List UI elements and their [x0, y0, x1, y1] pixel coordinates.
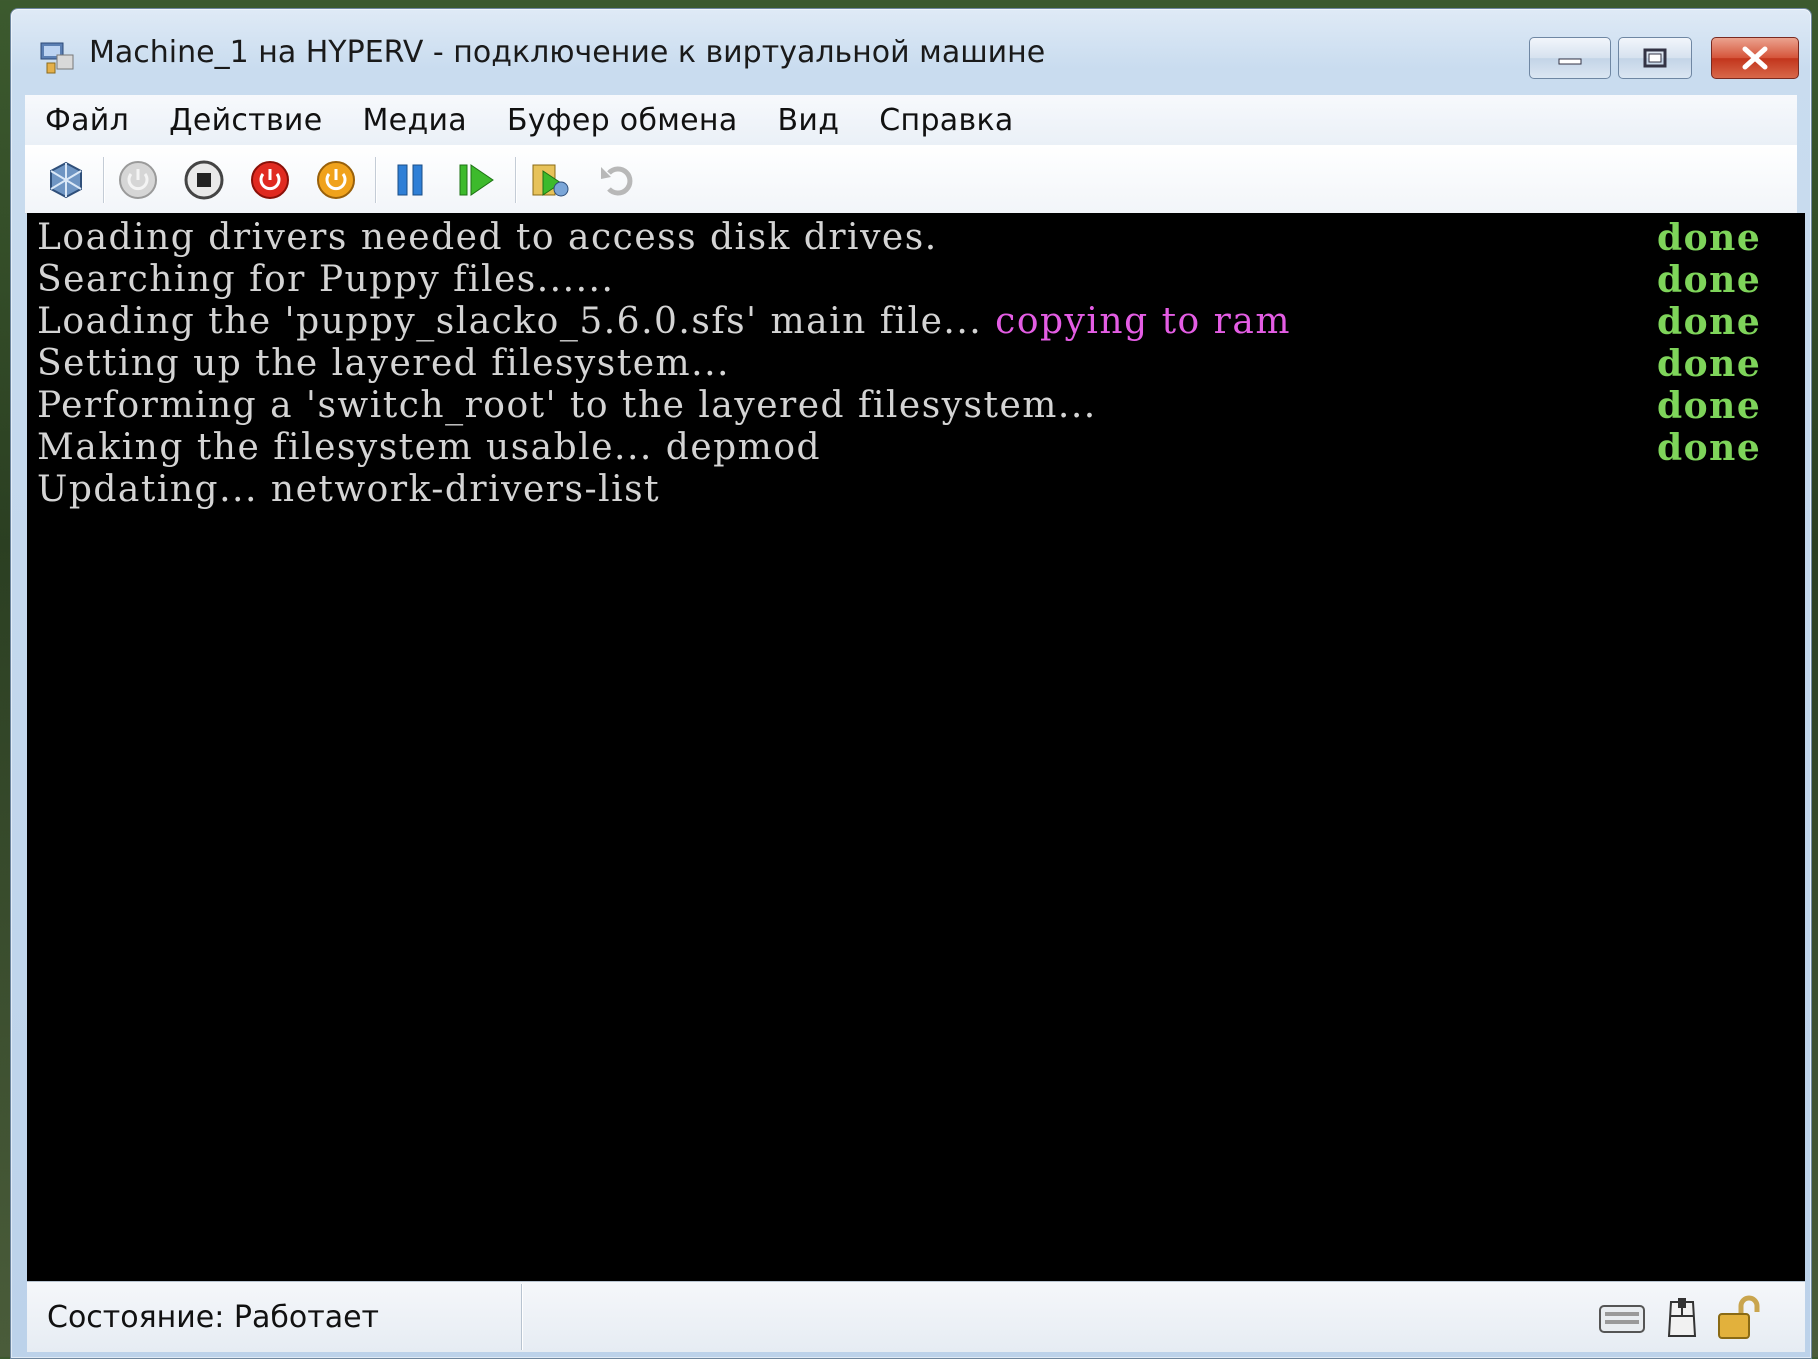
maximize-button[interactable]: [1618, 37, 1692, 79]
pause-icon[interactable]: [389, 159, 431, 201]
console-line-status: done: [1657, 385, 1762, 427]
console-line-highlight: copying to ram: [995, 301, 1291, 342]
lock-icon: [1718, 1295, 1760, 1339]
resume-icon[interactable]: [455, 159, 497, 201]
menu-bar: Файл Действие Медиа Буфер обмена Вид Спр…: [25, 95, 1797, 145]
menu-file[interactable]: Файл: [25, 103, 149, 138]
vm-connection-window: Machine_1 на HYPERV - подключение к вирт…: [10, 8, 1812, 1359]
console-line-text: Performing a 'switch_root' to the layere…: [37, 385, 1097, 426]
console-line-text: Searching for Puppy files......: [37, 259, 615, 300]
toolbar: [25, 145, 1797, 214]
minimize-button[interactable]: [1529, 37, 1611, 79]
console-line-text: Setting up the layered filesystem...: [37, 343, 730, 384]
snapshot-icon[interactable]: [529, 159, 571, 201]
menu-help[interactable]: Справка: [859, 103, 1033, 138]
console-line-status: done: [1657, 427, 1762, 469]
console-line-status: done: [1657, 301, 1762, 343]
window-title: Machine_1 на HYPERV - подключение к вирт…: [89, 35, 1046, 70]
shut-down-icon[interactable]: [249, 159, 291, 201]
menu-media[interactable]: Медиа: [343, 103, 487, 138]
console-line: Loading drivers needed to access disk dr…: [37, 217, 1777, 259]
mouse-icon: [1667, 1298, 1697, 1337]
console-line-text: Loading the 'puppy_slacko_5.6.0.sfs' mai…: [37, 301, 1291, 342]
menu-view[interactable]: Вид: [758, 103, 860, 138]
status-bar: Состояние: Работает: [27, 1281, 1805, 1352]
console-line: Making the filesystem usable... depmod d…: [37, 427, 1777, 469]
title-bar[interactable]: Machine_1 на HYPERV - подключение к вирт…: [11, 9, 1811, 104]
turn-off-icon[interactable]: [183, 159, 225, 201]
menu-action[interactable]: Действие: [149, 103, 342, 138]
start-icon[interactable]: [117, 159, 159, 201]
console-line: Performing a 'switch_root' to the layere…: [37, 385, 1777, 427]
minimize-icon: [1558, 58, 1582, 65]
console-line: Loading the 'puppy_slacko_5.6.0.sfs' mai…: [37, 301, 1777, 343]
maximize-icon: [1643, 48, 1667, 68]
menu-clipboard[interactable]: Буфер обмена: [487, 103, 758, 138]
close-button[interactable]: [1711, 37, 1799, 79]
console-line-status: done: [1657, 217, 1762, 259]
revert-icon[interactable]: [597, 159, 639, 201]
console-line-status: done: [1657, 259, 1762, 301]
vm-connection-app-icon: [40, 42, 74, 74]
console-line-status: done: [1657, 343, 1762, 385]
console-line: Updating... network-drivers-list: [37, 469, 1777, 511]
console-line-text: Loading drivers needed to access disk dr…: [37, 217, 938, 258]
console-line-text: Making the filesystem usable... depmod: [37, 427, 822, 468]
status-state: Состояние: Работает: [47, 1300, 380, 1335]
vm-console-screen[interactable]: Loading drivers needed to access disk dr…: [27, 213, 1805, 1281]
console-line-text: Updating... network-drivers-list: [37, 469, 661, 510]
save-state-icon[interactable]: [315, 159, 357, 201]
console-line: Setting up the layered filesystem... don…: [37, 343, 1777, 385]
console-line: Searching for Puppy files...... done: [37, 259, 1777, 301]
close-icon: [1742, 46, 1768, 70]
keyboard-icon: [1599, 1305, 1645, 1333]
ctrl-alt-del-icon[interactable]: [45, 159, 87, 201]
